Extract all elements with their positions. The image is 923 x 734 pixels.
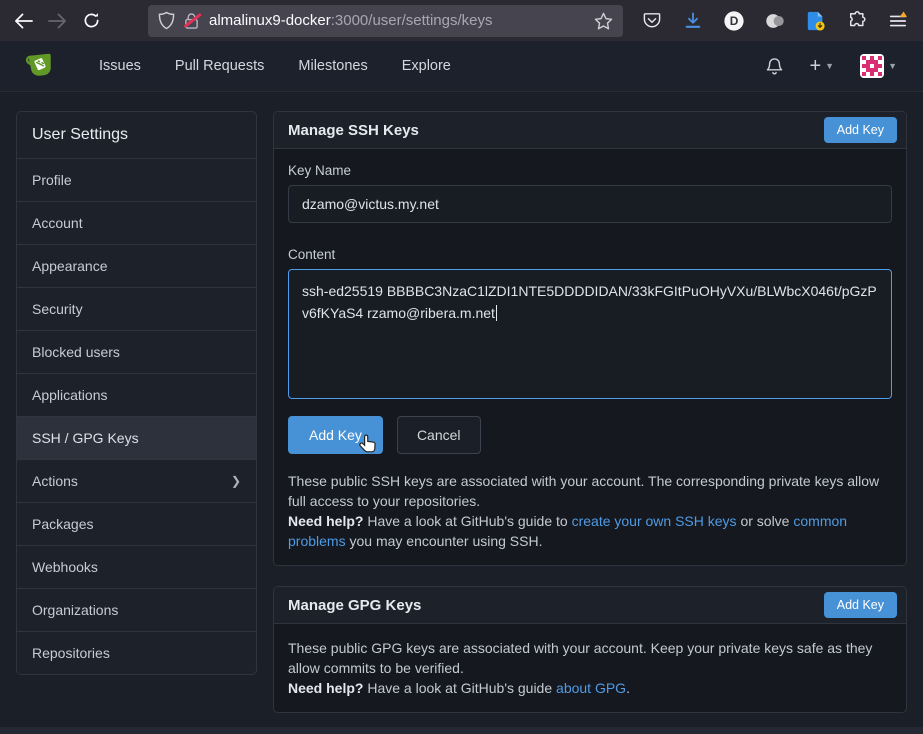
page-content: User Settings Profile Account Appearance… xyxy=(0,92,923,733)
key-name-label: Key Name xyxy=(288,163,892,178)
menu-hamburger-icon[interactable] xyxy=(881,6,915,36)
app-navbar: Issues Pull Requests Milestones Explore … xyxy=(0,41,923,92)
url-path: :3000/user/settings/keys xyxy=(331,12,493,29)
sidebar-item-account[interactable]: Account xyxy=(17,201,256,244)
sidebar-item-applications[interactable]: Applications xyxy=(17,373,256,416)
svg-text:D: D xyxy=(730,14,739,28)
ssh-keys-panel: Manage SSH Keys Add Key Key Name Content… xyxy=(273,111,907,566)
sidebar-item-actions[interactable]: Actions ❯ xyxy=(17,459,256,502)
ssh-panel-title: Manage SSH Keys xyxy=(288,122,419,139)
browser-toolbar: almalinux9-docker:3000/user/settings/key… xyxy=(0,0,923,41)
downloads-icon[interactable] xyxy=(676,6,710,36)
sidebar-item-ssh-gpg-keys[interactable]: SSH / GPG Keys xyxy=(17,416,256,459)
sidebar-item-profile[interactable]: Profile xyxy=(17,158,256,201)
ssh-panel-header: Manage SSH Keys Add Key xyxy=(274,112,906,149)
gpg-panel-header: Manage GPG Keys Add Key xyxy=(274,587,906,624)
sidebar-item-appearance[interactable]: Appearance xyxy=(17,244,256,287)
chevron-down-icon: ▼ xyxy=(888,61,897,71)
add-key-submit-button[interactable]: Add Key xyxy=(288,416,383,454)
navbar-right: + ▼ ▼ xyxy=(760,50,903,82)
insecure-lock-icon[interactable] xyxy=(184,12,200,30)
nav-link-pull-requests[interactable]: Pull Requests xyxy=(158,49,281,83)
avatar xyxy=(860,54,884,78)
sidebar-item-security[interactable]: Security xyxy=(17,287,256,330)
shield-icon[interactable] xyxy=(158,11,175,30)
extension-circles-icon[interactable] xyxy=(758,6,792,36)
settings-main: Manage SSH Keys Add Key Key Name Content… xyxy=(273,111,907,733)
gpg-keys-panel: Manage GPG Keys Add Key These public GPG… xyxy=(273,586,907,713)
sidebar-item-blocked-users[interactable]: Blocked users xyxy=(17,330,256,373)
gpg-panel-body: These public GPG keys are associated wit… xyxy=(274,624,906,712)
reload-button[interactable] xyxy=(74,6,108,36)
key-name-input[interactable] xyxy=(288,185,892,223)
cancel-button[interactable]: Cancel xyxy=(397,416,481,454)
pocket-icon[interactable] xyxy=(635,6,669,36)
user-menu-dropdown[interactable]: ▼ xyxy=(854,50,903,82)
gpg-add-key-header-button[interactable]: Add Key xyxy=(824,592,897,618)
nav-link-issues[interactable]: Issues xyxy=(82,49,158,83)
notifications-button[interactable] xyxy=(760,53,789,80)
forward-button xyxy=(40,6,74,36)
gpg-guide-link[interactable]: about GPG xyxy=(556,680,626,696)
footer-strip xyxy=(0,727,923,734)
chevron-right-icon: ❯ xyxy=(231,474,241,488)
gitea-logo[interactable] xyxy=(24,51,56,81)
nav-link-explore[interactable]: Explore xyxy=(385,49,468,83)
gpg-need-help: Need help? xyxy=(288,680,363,696)
sidebar-item-packages[interactable]: Packages xyxy=(17,502,256,545)
forward-arrow-icon xyxy=(48,13,67,29)
extension-doc-badge-icon[interactable] xyxy=(799,6,833,36)
ssh-panel-body: Key Name Content ssh-ed25519 BBBBC3NzaC1… xyxy=(274,149,906,565)
ssh-desc: These public SSH keys are associated wit… xyxy=(288,473,879,509)
sidebar-item-repositories[interactable]: Repositories xyxy=(17,631,256,674)
content-label: Content xyxy=(288,247,892,262)
url-text: almalinux9-docker:3000/user/settings/key… xyxy=(209,12,585,29)
extensions-puzzle-icon[interactable] xyxy=(840,6,874,36)
ssh-add-key-header-button[interactable]: Add Key xyxy=(824,117,897,143)
back-button[interactable] xyxy=(6,6,40,36)
text-cursor xyxy=(496,305,498,321)
plus-icon: + xyxy=(809,56,821,76)
sidebar-item-webhooks[interactable]: Webhooks xyxy=(17,545,256,588)
ssh-need-help: Need help? xyxy=(288,513,363,529)
nav-link-milestones[interactable]: Milestones xyxy=(281,49,384,83)
url-bar[interactable]: almalinux9-docker:3000/user/settings/key… xyxy=(148,5,623,37)
bell-icon xyxy=(766,57,783,76)
reload-icon xyxy=(83,12,100,29)
toolbar-extensions: D xyxy=(635,6,915,36)
ssh-help-text: These public SSH keys are associated wit… xyxy=(288,471,892,551)
extension-d-icon[interactable]: D xyxy=(717,6,751,36)
url-host: almalinux9-docker xyxy=(209,12,331,29)
gpg-desc: These public GPG keys are associated wit… xyxy=(288,640,872,676)
back-arrow-icon xyxy=(14,13,33,29)
sidebar-item-organizations[interactable]: Organizations xyxy=(17,588,256,631)
content-textarea[interactable]: ssh-ed25519 BBBBC3NzaC1lZDI1NTE5DDDDIDAN… xyxy=(288,269,892,399)
ssh-keys-guide-link[interactable]: create your own SSH keys xyxy=(572,513,737,529)
gpg-help-text: These public GPG keys are associated wit… xyxy=(288,638,892,698)
sidebar-item-label: Actions xyxy=(32,473,78,489)
gpg-panel-title: Manage GPG Keys xyxy=(288,597,421,614)
settings-sidebar: User Settings Profile Account Appearance… xyxy=(16,111,257,675)
chevron-down-icon: ▼ xyxy=(825,61,834,71)
create-new-dropdown[interactable]: + ▼ xyxy=(803,52,840,80)
sidebar-title: User Settings xyxy=(17,112,256,158)
bookmark-star-icon[interactable] xyxy=(594,12,613,30)
ssh-key-content: ssh-ed25519 BBBBC3NzaC1lZDI1NTE5DDDDIDAN… xyxy=(302,283,877,321)
form-buttons: Add Key Cancel xyxy=(288,416,892,454)
